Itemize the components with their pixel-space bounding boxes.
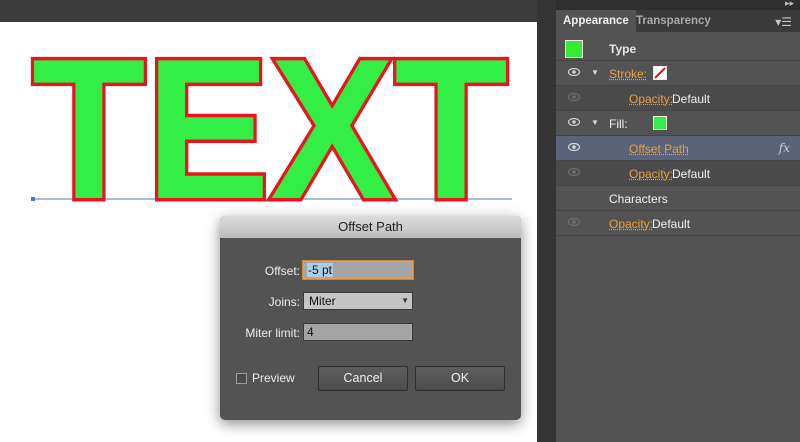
fill-swatch[interactable] [653, 116, 667, 130]
appearance-row-opacity[interactable]: Opacity: Default [556, 211, 800, 236]
preview-checkbox[interactable] [236, 373, 247, 384]
tab-appearance[interactable]: Appearance [556, 10, 636, 32]
panel-header: ▸▸ [556, 0, 800, 10]
visibility-eye-icon[interactable] [568, 68, 580, 76]
collapse-panel-icon[interactable]: ▸▸ [785, 0, 794, 9]
joins-value: Miter [309, 294, 336, 308]
visibility-eye-icon[interactable] [568, 218, 580, 226]
appearance-row-characters[interactable]: Characters [556, 186, 800, 211]
appearance-row-offset-path[interactable]: Offset Path fx [556, 136, 800, 161]
preview-label[interactable]: Preview [252, 371, 295, 385]
dialog-title: Offset Path [220, 216, 521, 238]
ok-button[interactable]: OK [415, 366, 505, 391]
opacity-label[interactable]: Opacity: [609, 217, 653, 231]
opacity-label[interactable]: Opacity: [629, 167, 673, 181]
type-label: Type [609, 42, 637, 56]
offset-value: -5 pt [307, 263, 334, 277]
appearance-row-type[interactable]: Type [556, 36, 800, 61]
miter-limit-field[interactable]: 4 [303, 323, 413, 341]
offset-path-dialog: Offset Path Offset: -5 pt Joins: Miter ▼… [220, 216, 521, 420]
opacity-value: Default [672, 167, 711, 181]
chevron-down-icon: ▼ [401, 296, 409, 305]
panel-menu-icon[interactable]: ▾☰ [775, 15, 792, 29]
characters-label: Characters [609, 192, 668, 206]
joins-label: Joins: [268, 295, 300, 309]
visibility-eye-icon[interactable] [568, 168, 580, 176]
tab-transparency[interactable]: Transparency [636, 10, 711, 32]
miter-limit-value: 4 [307, 325, 314, 339]
type-thumbnail [565, 40, 583, 58]
visibility-eye-icon[interactable] [568, 143, 580, 151]
joins-select[interactable]: Miter ▼ [303, 292, 413, 310]
fill-label: Fill: [609, 117, 628, 131]
visibility-eye-icon[interactable] [568, 93, 580, 101]
offset-field[interactable]: -5 pt [303, 261, 413, 279]
artwork-text: TEXT [32, 22, 508, 241]
miter-limit-label: Miter limit: [245, 326, 300, 340]
expand-triangle-icon[interactable]: ▼ [591, 68, 599, 77]
document-tab-bar [0, 0, 537, 22]
fx-icon[interactable]: fx [779, 141, 790, 155]
opacity-value: Default [672, 92, 711, 106]
appearance-panel: ▸▸ Appearance Transparency ▾☰ Type ▼ Str… [556, 0, 800, 442]
offset-label: Offset: [264, 264, 300, 278]
appearance-row-stroke[interactable]: ▼ Stroke: [556, 61, 800, 86]
visibility-eye-icon[interactable] [568, 118, 580, 126]
opacity-label[interactable]: Opacity: [629, 92, 673, 106]
panel-tabs: Appearance Transparency ▾☰ [556, 10, 800, 32]
stroke-label[interactable]: Stroke: [609, 67, 647, 81]
opacity-value: Default [652, 217, 691, 231]
cancel-button[interactable]: Cancel [318, 366, 408, 391]
panel-dock-divider [537, 0, 556, 442]
expand-triangle-icon[interactable]: ▼ [591, 118, 599, 127]
stroke-swatch[interactable] [653, 66, 667, 80]
appearance-row-fill[interactable]: ▼ Fill: [556, 111, 800, 136]
appearance-row-stroke-opacity[interactable]: Opacity: Default [556, 86, 800, 111]
appearance-row-fill-opacity[interactable]: Opacity: Default [556, 161, 800, 186]
offset-path-effect-link[interactable]: Offset Path [629, 142, 689, 156]
